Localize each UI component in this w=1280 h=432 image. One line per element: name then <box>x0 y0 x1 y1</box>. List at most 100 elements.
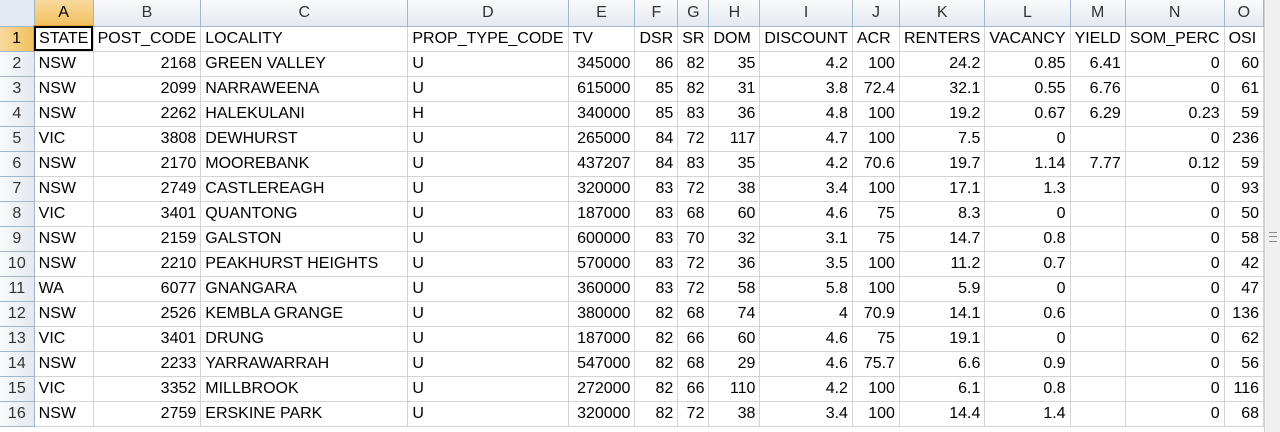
cell-b7[interactable]: 2749 <box>93 176 202 202</box>
cell-k13[interactable]: 19.1 <box>899 326 986 352</box>
cell-e5[interactable]: 265000 <box>568 126 636 152</box>
cell-h6[interactable]: 35 <box>708 151 761 177</box>
cell-i7[interactable]: 3.4 <box>759 176 853 202</box>
cell-n6[interactable]: 0.12 <box>1125 151 1225 177</box>
cell-n7[interactable]: 0 <box>1125 176 1225 202</box>
cell-o13[interactable]: 62 <box>1224 326 1264 352</box>
cell-j3[interactable]: 72.4 <box>852 76 900 102</box>
cell-n2[interactable]: 0 <box>1125 51 1225 77</box>
cell-g8[interactable]: 68 <box>677 201 710 227</box>
cell-c7[interactable]: CASTLEREAGH <box>200 176 409 202</box>
cell-m9[interactable] <box>1070 226 1126 252</box>
cell-d14[interactable]: U <box>407 351 569 377</box>
row-header-1[interactable]: 1 <box>0 26 36 52</box>
cell-a5[interactable]: VIC <box>34 126 94 152</box>
cell-i1[interactable]: DISCOUNT <box>759 26 853 52</box>
cell-j6[interactable]: 70.6 <box>852 151 900 177</box>
cell-f15[interactable]: 82 <box>634 376 679 402</box>
cell-d2[interactable]: U <box>407 51 569 77</box>
cell-b5[interactable]: 3808 <box>93 126 202 152</box>
cell-b4[interactable]: 2262 <box>93 101 202 127</box>
cell-b15[interactable]: 3352 <box>93 376 202 402</box>
cell-c10[interactable]: PEAKHURST HEIGHTS <box>200 251 409 277</box>
cell-c12[interactable]: KEMBLA GRANGE <box>200 301 409 327</box>
cell-m2[interactable]: 6.41 <box>1070 51 1126 77</box>
column-header-j[interactable]: J <box>852 0 900 27</box>
cell-k10[interactable]: 11.2 <box>899 251 986 277</box>
row-header-5[interactable]: 5 <box>0 126 35 152</box>
cell-b8[interactable]: 3401 <box>93 201 202 227</box>
cell-g11[interactable]: 72 <box>677 276 710 302</box>
cell-b16[interactable]: 2759 <box>93 401 202 427</box>
row-header-13[interactable]: 13 <box>0 326 35 352</box>
cell-n15[interactable]: 0 <box>1125 376 1225 402</box>
cell-j15[interactable]: 100 <box>852 376 900 402</box>
cell-h13[interactable]: 60 <box>708 326 761 352</box>
cell-c13[interactable]: DRUNG <box>200 326 409 352</box>
cell-m3[interactable]: 6.76 <box>1070 76 1126 102</box>
row-header-2[interactable]: 2 <box>0 51 35 77</box>
cell-i15[interactable]: 4.2 <box>759 376 853 402</box>
cell-i3[interactable]: 3.8 <box>759 76 853 102</box>
column-header-n[interactable]: N <box>1125 0 1225 27</box>
cell-f8[interactable]: 83 <box>634 201 679 227</box>
cell-l3[interactable]: 0.55 <box>984 76 1071 102</box>
cell-d4[interactable]: H <box>407 101 569 127</box>
cell-l2[interactable]: 0.85 <box>984 51 1071 77</box>
row-header-12[interactable]: 12 <box>0 301 35 327</box>
cell-f12[interactable]: 82 <box>634 301 679 327</box>
row-header-8[interactable]: 8 <box>0 201 35 227</box>
cell-k2[interactable]: 24.2 <box>899 51 986 77</box>
cell-o16[interactable]: 68 <box>1224 401 1264 427</box>
cell-f5[interactable]: 84 <box>634 126 679 152</box>
cell-f11[interactable]: 83 <box>634 276 679 302</box>
cell-k11[interactable]: 5.9 <box>899 276 986 302</box>
cell-a13[interactable]: VIC <box>34 326 94 352</box>
cell-n1[interactable]: SOM_PERC <box>1125 26 1225 52</box>
row-header-6[interactable]: 6 <box>0 151 35 177</box>
cell-b12[interactable]: 2526 <box>93 301 202 327</box>
cell-a12[interactable]: NSW <box>34 301 94 327</box>
cell-c3[interactable]: NARRAWEENA <box>200 76 409 102</box>
cell-a3[interactable]: NSW <box>34 76 94 102</box>
cell-i12[interactable]: 4 <box>759 301 853 327</box>
cell-i16[interactable]: 3.4 <box>759 401 853 427</box>
cell-l4[interactable]: 0.67 <box>984 101 1071 127</box>
cell-m15[interactable] <box>1070 376 1126 402</box>
cell-j5[interactable]: 100 <box>852 126 900 152</box>
cell-a2[interactable]: NSW <box>34 51 94 77</box>
cell-o5[interactable]: 236 <box>1224 126 1264 152</box>
cell-j7[interactable]: 100 <box>852 176 900 202</box>
cell-c2[interactable]: GREEN VALLEY <box>200 51 409 77</box>
row-header-3[interactable]: 3 <box>0 76 35 102</box>
cell-k5[interactable]: 7.5 <box>899 126 986 152</box>
cell-e14[interactable]: 547000 <box>568 351 636 377</box>
cell-g7[interactable]: 72 <box>677 176 710 202</box>
cell-c8[interactable]: QUANTONG <box>200 201 409 227</box>
cell-m12[interactable] <box>1070 301 1126 327</box>
cell-o7[interactable]: 93 <box>1224 176 1264 202</box>
cell-n14[interactable]: 0 <box>1125 351 1225 377</box>
cell-l15[interactable]: 0.8 <box>984 376 1071 402</box>
column-header-g[interactable]: G <box>677 0 710 27</box>
cell-a16[interactable]: NSW <box>34 401 94 427</box>
cell-e15[interactable]: 272000 <box>568 376 636 402</box>
cell-e10[interactable]: 570000 <box>568 251 636 277</box>
cell-a8[interactable]: VIC <box>34 201 94 227</box>
cell-i8[interactable]: 4.6 <box>759 201 853 227</box>
cell-b9[interactable]: 2159 <box>93 226 202 252</box>
select-all-corner[interactable] <box>0 0 35 27</box>
cell-d11[interactable]: U <box>407 276 569 302</box>
cell-h15[interactable]: 110 <box>708 376 761 402</box>
cell-i11[interactable]: 5.8 <box>759 276 853 302</box>
column-header-l[interactable]: L <box>984 0 1071 27</box>
cell-c11[interactable]: GNANGARA <box>200 276 409 302</box>
cell-f3[interactable]: 85 <box>634 76 679 102</box>
cell-f1[interactable]: DSR <box>634 26 679 52</box>
cell-n10[interactable]: 0 <box>1125 251 1225 277</box>
cell-g13[interactable]: 66 <box>677 326 710 352</box>
cell-d12[interactable]: U <box>407 301 569 327</box>
cell-e9[interactable]: 600000 <box>568 226 636 252</box>
row-header-11[interactable]: 11 <box>0 276 35 302</box>
cell-d9[interactable]: U <box>407 226 569 252</box>
